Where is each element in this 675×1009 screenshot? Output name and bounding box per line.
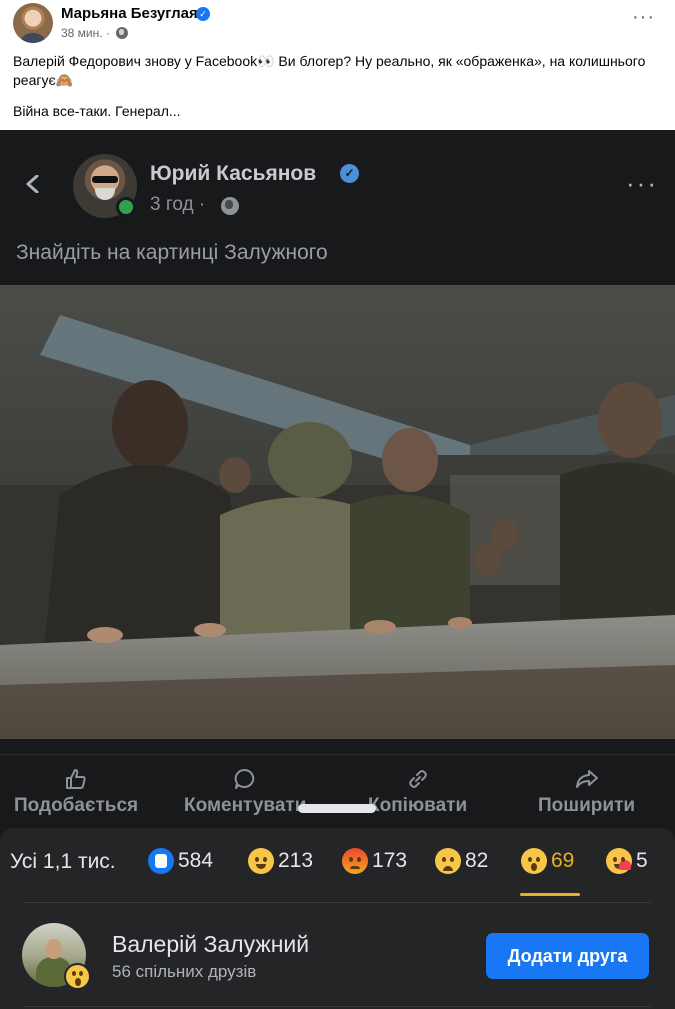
sad-count: 82 <box>465 849 489 872</box>
reaction-tab-sad[interactable]: 82 <box>435 846 488 876</box>
author-avatar[interactable] <box>13 3 53 43</box>
comment-button[interactable]: Коментувати <box>184 767 306 817</box>
comment-label: Коментувати <box>184 795 307 816</box>
divider <box>24 1006 651 1007</box>
post-time[interactable]: 38 мин. · <box>61 26 110 40</box>
post-photo[interactable] <box>0 285 675 739</box>
add-friend-button[interactable]: Додати друга <box>486 933 649 979</box>
author-name[interactable]: Марьяна Безуглая <box>61 5 198 22</box>
verified-icon: ✓ <box>196 7 210 21</box>
care-reaction-icon <box>606 848 632 874</box>
reaction-tab-like[interactable]: 584 <box>148 846 213 876</box>
inner-more-options-icon[interactable]: ··· <box>626 170 658 196</box>
divider <box>24 902 651 903</box>
care-count: 5 <box>636 849 648 872</box>
outer-post: Марьяна Безуглая ✓ 38 мин. · ··· Валерій… <box>0 0 675 130</box>
like-reaction-icon <box>148 848 174 874</box>
share-icon <box>575 770 598 788</box>
reaction-tab-care[interactable]: 5 <box>606 846 648 876</box>
reaction-tab-haha[interactable]: 213 <box>248 846 313 876</box>
inner-post-time[interactable]: 3 год · <box>150 194 205 216</box>
angry-reaction-icon <box>342 848 368 874</box>
comment-icon <box>234 768 255 789</box>
link-icon <box>408 770 427 788</box>
like-label: Подобається <box>14 795 139 816</box>
photo-illustration <box>0 285 675 739</box>
haha-count: 213 <box>278 849 314 872</box>
sad-reaction-icon <box>435 848 461 874</box>
back-arrow-icon[interactable] <box>24 175 42 193</box>
reaction-tab-wow[interactable]: 69 <box>521 846 574 876</box>
copy-button[interactable]: Копіювати <box>368 767 467 817</box>
inner-globe-icon <box>221 197 239 215</box>
haha-reaction-icon <box>248 848 274 874</box>
reaction-tab-all[interactable]: Усі 1,1 тис. <box>10 850 116 874</box>
online-status-icon <box>116 197 136 217</box>
reactions-sheet: Усі 1,1 тис. 584 213 173 82 69 5 Валерій… <box>0 828 675 1009</box>
post-text-line-1: Валерій Федорович знову у Facebook👀 Ви б… <box>13 53 646 88</box>
inner-verified-icon: ✓ <box>340 164 359 183</box>
like-count: 584 <box>178 849 214 872</box>
wow-reaction-icon <box>521 848 547 874</box>
wow-count: 69 <box>551 849 575 872</box>
more-options-icon[interactable]: ··· <box>632 7 655 27</box>
reactor-name[interactable]: Валерій Залужний <box>112 931 309 958</box>
mutual-friends: 56 спільних друзів <box>112 962 257 981</box>
wow-badge-icon <box>64 963 91 990</box>
angry-count: 173 <box>372 849 408 872</box>
sheet-drag-handle[interactable] <box>298 804 376 813</box>
reaction-tab-angry[interactable]: 173 <box>342 846 407 876</box>
thumbs-up-icon <box>66 769 86 789</box>
post-text-line-2: Війна все-таки. Генерал... <box>13 103 181 119</box>
embedded-screenshot: Юрий Касьянов ✓ 3 год · ··· Знайдіть на … <box>0 130 675 1009</box>
inner-author-name[interactable]: Юрий Касьянов <box>150 162 316 186</box>
inner-post-text: Знайдіть на картинці Залужного <box>16 241 328 264</box>
share-button[interactable]: Поширити <box>538 767 635 817</box>
like-button[interactable]: Подобається <box>14 767 138 817</box>
share-label: Поширити <box>538 795 636 816</box>
post-actions-bar: Подобається Коментувати Копіювати Пошири… <box>0 754 675 824</box>
globe-icon <box>116 27 128 39</box>
active-tab-indicator <box>520 893 580 896</box>
copy-label: Копіювати <box>368 795 468 816</box>
